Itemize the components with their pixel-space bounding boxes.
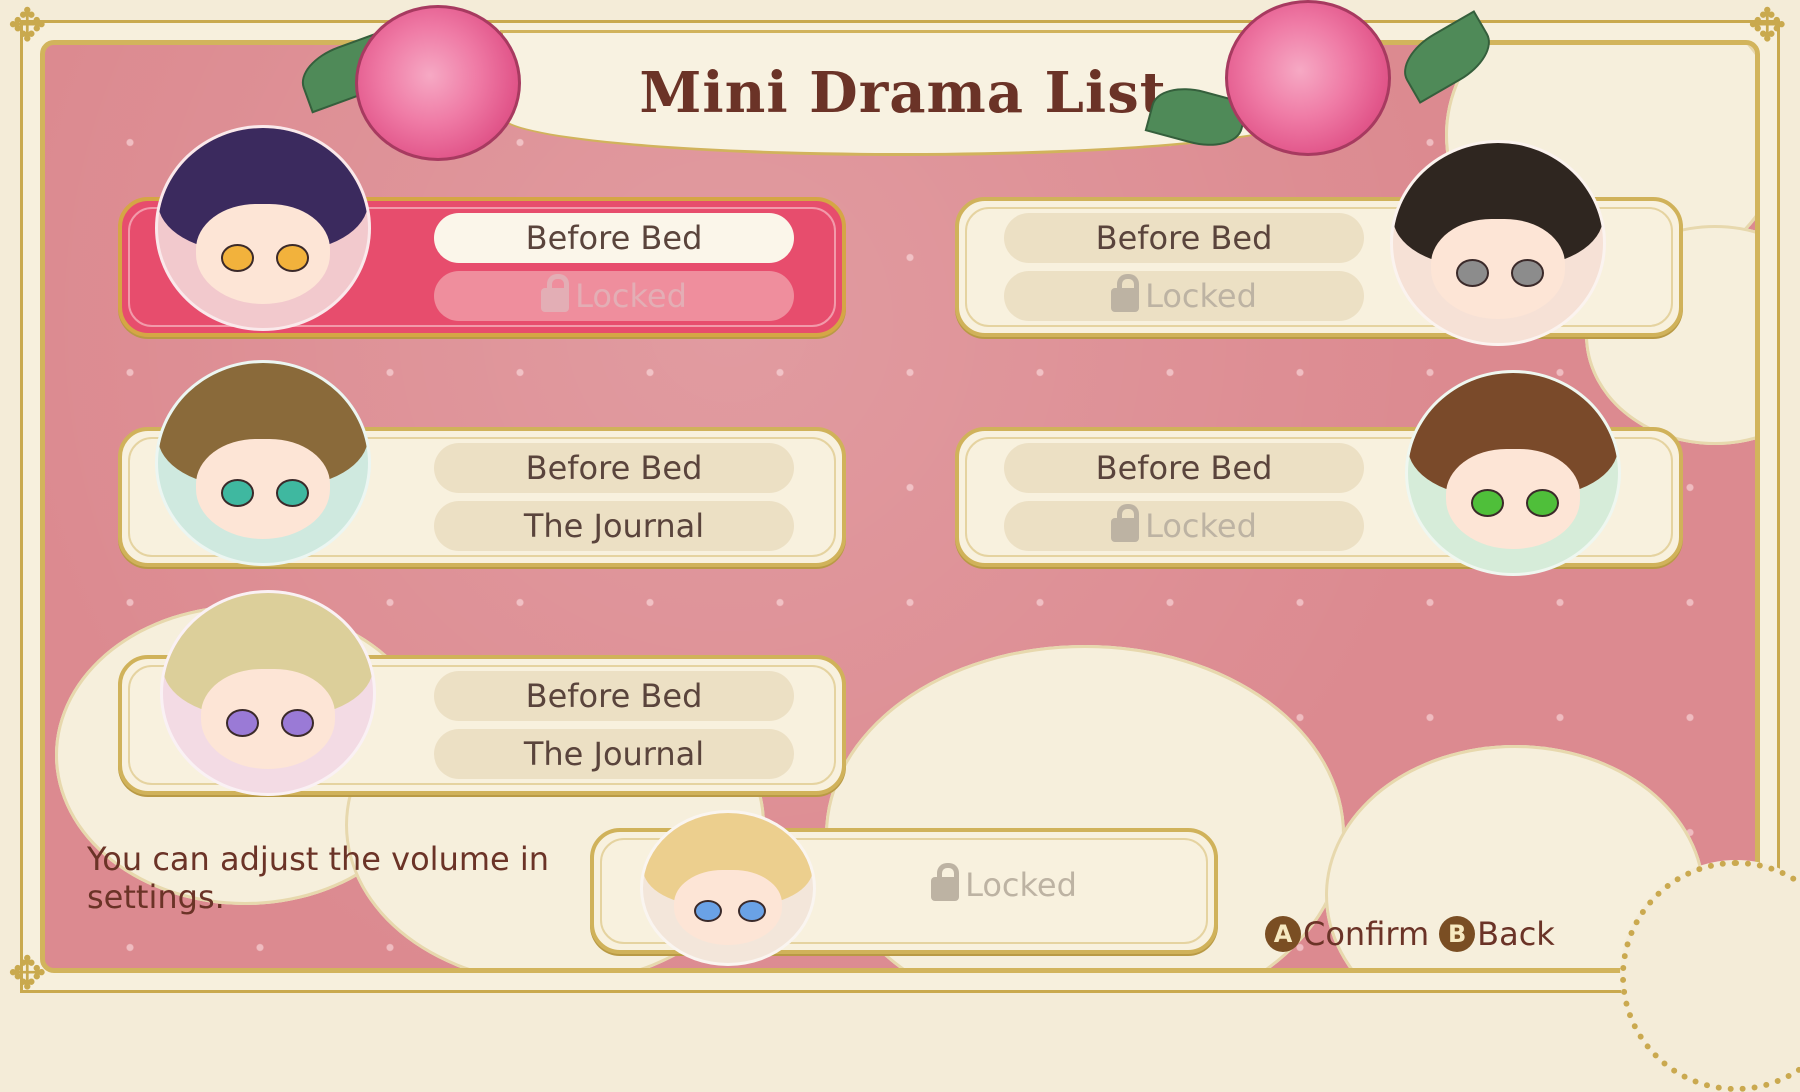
drama-entry-locked[interactable]: Locked bbox=[854, 860, 1154, 910]
back-button[interactable]: B Back bbox=[1439, 915, 1555, 953]
drama-entry-before-bed[interactable]: Before Bed bbox=[434, 671, 794, 721]
lock-icon bbox=[1111, 504, 1140, 542]
face bbox=[200, 669, 336, 769]
confirm-label: Confirm bbox=[1303, 915, 1430, 953]
eye bbox=[694, 900, 722, 922]
drama-entry-the-journal[interactable]: The Journal bbox=[434, 729, 794, 779]
character-portrait bbox=[1390, 140, 1606, 346]
lock-icon bbox=[931, 863, 960, 901]
locked-label: Locked bbox=[1145, 277, 1257, 315]
drama-entry-before-bed[interactable]: Before Bed bbox=[434, 443, 794, 493]
locked-label: Locked bbox=[965, 866, 1077, 904]
corner-ornament-icon: ✥ bbox=[8, 946, 47, 1000]
rose-icon bbox=[355, 5, 521, 161]
face bbox=[673, 870, 783, 945]
control-hints: A Confirm B Back bbox=[1265, 915, 1555, 953]
drama-entry-locked[interactable]: Locked bbox=[1004, 501, 1364, 551]
confirm-button[interactable]: A Confirm bbox=[1265, 915, 1429, 953]
drama-entry-before-bed[interactable]: Before Bed bbox=[434, 213, 794, 263]
back-label: Back bbox=[1477, 915, 1555, 953]
lock-icon bbox=[1111, 274, 1140, 312]
page-title: Mini Drama List bbox=[639, 60, 1167, 126]
eye bbox=[1510, 259, 1544, 287]
drama-entry-locked[interactable]: Locked bbox=[1004, 271, 1364, 321]
character-portrait bbox=[1405, 370, 1621, 576]
lock-icon bbox=[541, 274, 570, 312]
drama-entry-before-bed[interactable]: Before Bed bbox=[1004, 213, 1364, 263]
eye bbox=[275, 244, 309, 272]
face bbox=[195, 204, 331, 304]
rose-icon bbox=[1225, 0, 1391, 156]
face bbox=[1445, 449, 1581, 549]
drama-entry-locked[interactable]: Locked bbox=[434, 271, 794, 321]
face bbox=[195, 439, 331, 539]
drama-entry-the-journal[interactable]: The Journal bbox=[434, 501, 794, 551]
eye bbox=[738, 900, 766, 922]
b-button-icon: B bbox=[1439, 916, 1476, 952]
character-portrait bbox=[640, 810, 816, 966]
character-portrait bbox=[160, 590, 376, 796]
locked-label: Locked bbox=[1145, 507, 1257, 545]
eye bbox=[280, 709, 314, 737]
drama-entry-before-bed[interactable]: Before Bed bbox=[1004, 443, 1364, 493]
corner-ornament-icon: ✥ bbox=[8, 0, 47, 52]
eye bbox=[1525, 489, 1559, 517]
hint-text: You can adjust the volume in settings. bbox=[87, 840, 550, 916]
locked-label: Locked bbox=[575, 277, 687, 315]
corner-ornament-icon: ✥ bbox=[1748, 0, 1787, 52]
a-button-icon: A bbox=[1265, 916, 1301, 952]
character-portrait bbox=[155, 125, 371, 331]
face bbox=[1430, 219, 1566, 319]
character-portrait bbox=[155, 360, 371, 566]
eye bbox=[275, 479, 309, 507]
